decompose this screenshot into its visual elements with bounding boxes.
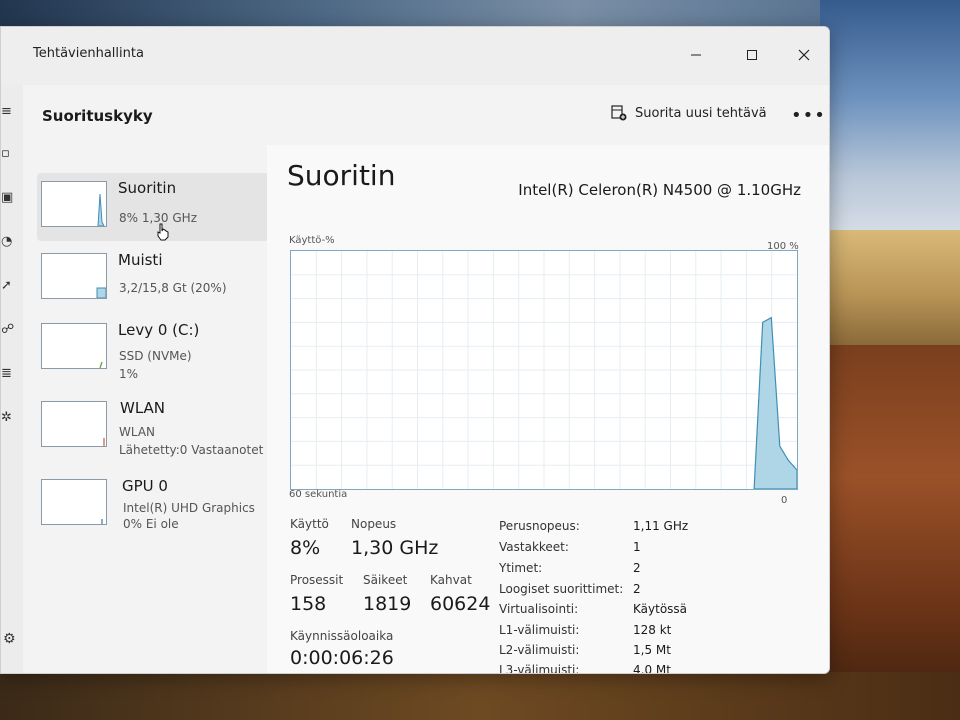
spec-value: 4,0 Mt [633, 663, 671, 674]
task-manager-window: Tehtävienhallinta ≡ ▫ ▣ ◔ ➚ ☍ ≣ ✲ Suorit… [0, 26, 830, 674]
spec-label: L1-välimuisti: [499, 623, 580, 637]
sidebar-item-gpu[interactable]: GPU 0 Intel(R) UHD Graphics 0% Ei ole [37, 471, 269, 539]
sidebar-item-detail: Intel(R) UHD Graphics [123, 501, 255, 515]
users-icon[interactable]: ☍ [1, 323, 15, 337]
processes-label: Prosessit [290, 573, 344, 587]
history-icon[interactable]: ◔ [1, 235, 15, 249]
cpu-thumbnail-graph [41, 181, 107, 227]
spec-label: Virtualisointi: [499, 602, 579, 616]
menu-icon[interactable]: ≡ [1, 105, 15, 119]
cpu-heading: Suoritin [287, 159, 396, 192]
graph-time-label: 60 sekuntia [289, 489, 348, 500]
speed-value: 1,30 GHz [351, 537, 439, 559]
spec-label: Ytimet: [499, 561, 543, 575]
sidebar-item-label: Suoritin [118, 179, 177, 197]
sidebar-item-wlan[interactable]: WLAN WLAN Lähetetty:0 Vastaanotet [37, 393, 269, 461]
spec-label: Vastakkeet: [499, 540, 569, 554]
processes-icon[interactable]: ▫ [1, 147, 15, 161]
page-title: Suorituskyky [42, 107, 153, 125]
minimize-button[interactable] [673, 35, 719, 75]
sidebar-item-label: GPU 0 [122, 477, 168, 495]
threads-label: Säikeet [363, 573, 408, 587]
new-task-icon [611, 105, 627, 121]
spec-value: 2 [633, 561, 641, 575]
spec-value: 1 [633, 540, 641, 554]
sidebar-item-label: Muisti [118, 251, 163, 269]
nav-rail: ≡ ▫ ▣ ◔ ➚ ☍ ≣ ✲ [1, 85, 23, 673]
graph-min-label: 0 [781, 495, 788, 506]
performance-sidebar: Suoritin 8% 1,30 GHz Muisti 3,2/15,8 Gt … [23, 145, 269, 673]
sidebar-item-memory[interactable]: Muisti 3,2/15,8 Gt (20%) [37, 245, 269, 313]
handles-value: 60624 [430, 593, 491, 615]
gpu-thumbnail-graph [41, 479, 107, 525]
sidebar-item-disk[interactable]: Levy 0 (C:) SSD (NVMe) 1% [37, 315, 269, 383]
window-title: Tehtävienhallinta [33, 46, 144, 61]
sidebar-item-label: WLAN [120, 399, 166, 417]
run-new-task-button[interactable]: Suorita uusi tehtävä [611, 105, 767, 121]
details-icon[interactable]: ≣ [1, 367, 15, 381]
spec-value: Käytössä [633, 602, 688, 616]
sidebar-item-detail-2: Lähetetty:0 Vastaanotet [119, 443, 264, 457]
close-button[interactable] [781, 35, 827, 75]
sidebar-item-detail: 3,2/15,8 Gt (20%) [119, 281, 227, 295]
usage-value: 8% [290, 537, 321, 559]
spec-value: 128 kt [633, 623, 672, 637]
desktop-background-town [822, 230, 960, 345]
handles-label: Kahvat [430, 573, 472, 587]
sidebar-item-detail: SSD (NVMe) [119, 349, 192, 363]
memory-thumbnail-graph [41, 253, 107, 299]
sidebar-item-detail: WLAN [119, 425, 156, 439]
close-icon [798, 49, 810, 61]
speed-label: Nopeus [351, 517, 397, 531]
sidebar-item-detail-2: 0% Ei ole [123, 517, 179, 531]
hand-pointer-icon [157, 223, 169, 241]
spec-label: L2-välimuisti: [499, 643, 580, 657]
desktop-background-sky [820, 0, 960, 250]
minimize-icon [691, 54, 701, 56]
graph-y-label: Käyttö-% [289, 235, 335, 246]
run-new-task-label: Suorita uusi tehtävä [635, 105, 767, 121]
spec-value: 1,11 GHz [633, 519, 689, 533]
spec-value: 2 [633, 582, 641, 596]
title-bar[interactable]: Tehtävienhallinta [1, 27, 829, 85]
sidebar-item-label: Levy 0 (C:) [118, 321, 200, 339]
maximize-button[interactable] [729, 35, 775, 75]
cpu-usage-chart [291, 251, 798, 490]
cpu-model-name: Intel(R) Celeron(R) N4500 @ 1.10GHz [518, 181, 801, 199]
cpu-details-panel: Suoritin Intel(R) Celeron(R) N4500 @ 1.1… [267, 145, 829, 673]
processes-value: 158 [290, 593, 327, 615]
page-header: Suorituskyky Suorita uusi tehtävä ••• [23, 85, 829, 145]
spec-label: Perusnopeus: [499, 519, 580, 533]
cpu-usage-area [753, 316, 798, 490]
sidebar-item-detail-2: 1% [119, 367, 139, 381]
desktop-background-bottom [0, 672, 960, 720]
uptime-label: Käynnissäoloaika [290, 629, 394, 643]
maximize-icon [747, 50, 757, 60]
spec-label: Loogiset suorittimet: [499, 582, 624, 596]
disk-thumbnail-graph [41, 323, 107, 369]
more-options-button[interactable]: ••• [791, 105, 826, 126]
settings-gear-icon[interactable]: ⚙ [3, 631, 16, 647]
spec-label: L3-välimuisti: [499, 663, 580, 674]
wlan-thumbnail-graph [41, 401, 107, 447]
sidebar-item-cpu[interactable]: Suoritin 8% 1,30 GHz [37, 173, 269, 241]
cpu-usage-graph [290, 250, 798, 490]
startup-icon[interactable]: ➚ [1, 279, 15, 293]
threads-value: 1819 [363, 593, 412, 615]
spec-value: 1,5 Mt [633, 643, 671, 657]
services-icon[interactable]: ✲ [1, 411, 15, 425]
usage-label: Käyttö [290, 517, 329, 531]
uptime-value: 0:00:06:26 [290, 647, 394, 669]
performance-icon[interactable]: ▣ [1, 191, 15, 205]
